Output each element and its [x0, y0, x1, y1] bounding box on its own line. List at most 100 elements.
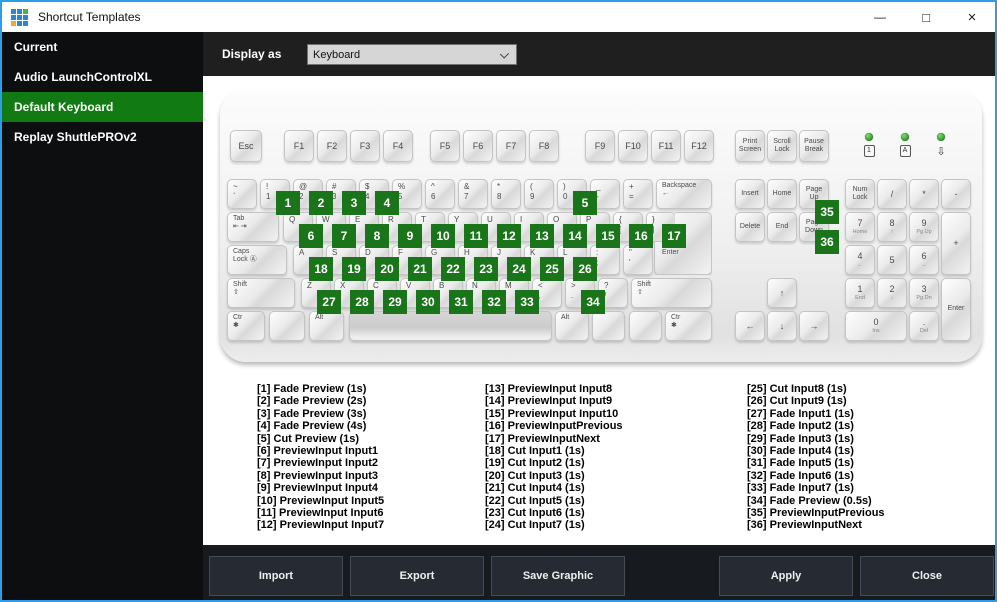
- key-9[interactable]: (9: [524, 179, 554, 209]
- caps-lock-led: [901, 133, 909, 141]
- key-8[interactable]: * 8: [491, 179, 521, 209]
- shortcut-column-1: [1] Fade Preview (1s) [2] Fade Preview (2…: [257, 383, 384, 532]
- shortcut-entry: [32] Fade Input6 (1s): [747, 469, 854, 482]
- maximize-button[interactable]: □: [903, 2, 949, 32]
- key-f5[interactable]: F5: [430, 130, 460, 162]
- key-pause-break[interactable]: Pause Break: [799, 130, 829, 162]
- key-menu[interactable]: [629, 311, 662, 341]
- keyboard-graphic: Esc F1 F2 F3 F4 F5 F6 F7 F8 F9 F10 F11 F12 Print Scree…: [220, 90, 982, 362]
- close-dialog-button[interactable]: Close: [860, 556, 994, 596]
- close-button[interactable]: ×: [949, 2, 995, 32]
- key-6[interactable]: ^ 6: [425, 179, 455, 209]
- key-shift-right[interactable]: Shift ⇧: [631, 278, 712, 308]
- scroll-lock-led-icon: ⇩: [936, 146, 946, 158]
- key-insert[interactable]: Insert: [735, 179, 765, 209]
- key-numpad-4[interactable]: 4 ←: [845, 245, 875, 275]
- key-f12[interactable]: F12: [684, 130, 714, 162]
- sidebar-item-audio-launchcontrolxl[interactable]: Audio LaunchControlXL: [2, 62, 203, 92]
- key-tab[interactable]: Tab ⇤ ⇥: [227, 212, 279, 242]
- key-numpad-plus[interactable]: +: [941, 212, 971, 275]
- app-logo-icon: [11, 8, 28, 26]
- key-arrow-down[interactable]: ↓: [767, 311, 797, 341]
- key-numpad-multiply[interactable]: *: [909, 179, 939, 209]
- minimize-button[interactable]: —: [857, 2, 903, 32]
- key-numpad-8[interactable]: 8 ↑: [877, 212, 907, 242]
- key-alt-left[interactable]: Alt: [309, 311, 344, 341]
- sidebar-item-current[interactable]: Current: [2, 32, 203, 62]
- shortcut-entry: [30] Fade Input4 (1s): [747, 445, 854, 458]
- key-delete[interactable]: Delete: [735, 212, 765, 242]
- shortcut-entry: [19] Cut Input2 (1s): [485, 457, 585, 470]
- num-lock-led-icon: 1: [859, 145, 879, 157]
- scroll-lock-led: [937, 133, 945, 141]
- key-shift-left[interactable]: Shift ⇧: [227, 278, 295, 308]
- display-as-select[interactable]: Keyboard: [307, 44, 517, 65]
- shortcut-entry: [12] PreviewInput Input7: [257, 519, 385, 532]
- key-arrow-right[interactable]: →: [799, 311, 829, 341]
- key-numpad-7[interactable]: 7 Home: [845, 212, 875, 242]
- key-f8[interactable]: F8: [529, 130, 559, 162]
- key-numpad-divide[interactable]: /: [877, 179, 907, 209]
- key-win-right[interactable]: [592, 311, 625, 341]
- key-alt-right[interactable]: Alt: [555, 311, 589, 341]
- key-arrow-up[interactable]: ↑: [767, 278, 797, 308]
- key-f6[interactable]: F6: [463, 130, 493, 162]
- key-f10[interactable]: F10: [618, 130, 648, 162]
- key-home[interactable]: Home: [767, 179, 797, 209]
- key-f1[interactable]: F1: [284, 130, 314, 162]
- shortcut-badge-19: 19: [342, 257, 366, 281]
- key-esc[interactable]: Esc: [230, 130, 262, 162]
- key-space[interactable]: [349, 311, 552, 341]
- key-arrow-left[interactable]: ←: [735, 311, 765, 341]
- shortcut-entry: [21] Cut Input4 (1s): [485, 482, 585, 495]
- key-end[interactable]: End: [767, 212, 797, 242]
- export-button[interactable]: Export: [350, 556, 484, 596]
- shortcut-badge-9: 9: [398, 224, 422, 248]
- shortcut-badge-29: 29: [383, 290, 407, 314]
- sidebar-item-replay-shuttleprov2[interactable]: Replay ShuttlePROv2: [2, 122, 203, 152]
- key-ctrl-right[interactable]: Ctr ✱: [665, 311, 712, 341]
- key-numpad-6[interactable]: 6 →: [909, 245, 939, 275]
- key-f7[interactable]: F7: [496, 130, 526, 162]
- key-backspace[interactable]: Backspace ←: [656, 179, 712, 209]
- key-print-screen[interactable]: Print Screen: [735, 130, 765, 162]
- shortcut-badge-11: 11: [464, 224, 488, 248]
- key-numpad-5[interactable]: 5: [877, 245, 907, 275]
- shortcut-badge-21: 21: [408, 257, 432, 281]
- key-f11[interactable]: F11: [651, 130, 681, 162]
- import-button[interactable]: Import: [209, 556, 343, 596]
- key-numpad-9[interactable]: 9 Pg Up: [909, 212, 939, 242]
- key-quote[interactable]: " ': [623, 245, 653, 275]
- key-f4[interactable]: F4: [383, 130, 413, 162]
- caps-lock-led-icon: A: [895, 145, 915, 157]
- key-f9[interactable]: F9: [585, 130, 615, 162]
- display-as-label: Display as: [222, 47, 282, 61]
- apply-button[interactable]: Apply: [719, 556, 853, 596]
- key-equals[interactable]: + =: [623, 179, 653, 209]
- key-caps-lock[interactable]: Caps Lock Ⓐ: [227, 245, 287, 275]
- key-f3[interactable]: F3: [350, 130, 380, 162]
- key-numpad-minus[interactable]: -: [941, 179, 971, 209]
- shortcut-entry: [18] Cut Input1 (1s): [485, 445, 585, 458]
- app-icon-square: [23, 14, 28, 20]
- key-scroll-lock[interactable]: Scroll Lock: [767, 130, 797, 162]
- key-numpad-decimal[interactable]: . Del: [909, 311, 939, 341]
- key-f2[interactable]: F2: [317, 130, 347, 162]
- shortcut-badge-7: 7: [332, 224, 356, 248]
- key-win-left[interactable]: [269, 311, 305, 341]
- key-numpad-enter[interactable]: Enter: [941, 278, 971, 341]
- key-numpad-0[interactable]: 0 Ins: [845, 311, 907, 341]
- shortcut-entry: [4] Fade Preview (4s): [257, 420, 367, 433]
- key-numpad-1[interactable]: 1 End: [845, 278, 875, 308]
- key-backtick[interactable]: ~ `: [227, 179, 257, 209]
- key-num-lock[interactable]: Num Lock: [845, 179, 875, 209]
- key-ctrl-left[interactable]: Ctr ✱: [227, 311, 265, 341]
- save-graphic-button[interactable]: Save Graphic: [491, 556, 625, 596]
- shortcut-entry: [22] Cut Input5 (1s): [485, 494, 585, 507]
- sidebar-item-default-keyboard[interactable]: Default Keyboard: [2, 92, 203, 122]
- window-controls: — □ ×: [857, 2, 995, 32]
- shortcut-entry: [6] PreviewInput Input1: [257, 445, 379, 458]
- key-numpad-2[interactable]: 2 ↓: [877, 278, 907, 308]
- key-7[interactable]: & 7: [458, 179, 488, 209]
- key-numpad-3[interactable]: 3 Pg Dn: [909, 278, 939, 308]
